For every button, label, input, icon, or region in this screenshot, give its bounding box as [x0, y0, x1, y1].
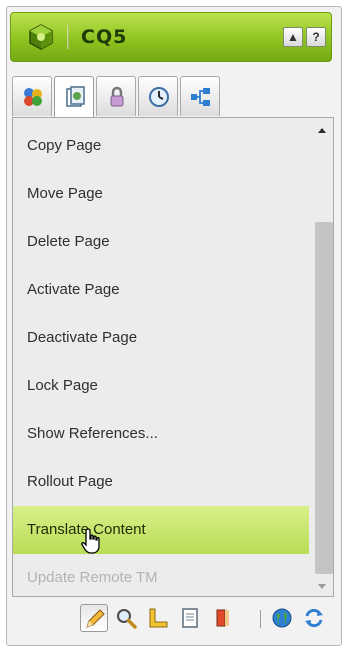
collapse-button[interactable]: ▲ — [283, 27, 303, 47]
sidekick-tabs — [12, 76, 334, 118]
page-properties-button[interactable] — [176, 604, 204, 632]
tab-versioning[interactable] — [96, 76, 136, 116]
reload-button[interactable] — [300, 604, 328, 632]
preview-mode-button[interactable] — [112, 604, 140, 632]
scroll-down-arrow-icon[interactable] — [318, 584, 326, 589]
design-mode-button[interactable] — [144, 604, 172, 632]
menu-item-deactivate-page[interactable]: Deactivate Page — [13, 314, 309, 362]
app-title: CQ5 — [81, 26, 128, 48]
page-actions-menu: Copy Page Move Page Delete Page Activate… — [13, 118, 309, 596]
menu-item-lock-page[interactable]: Lock Page — [13, 362, 309, 410]
ruler-icon — [149, 608, 168, 628]
magnifier-icon — [117, 609, 137, 629]
refresh-icon — [305, 608, 323, 628]
menu-item-update-remote-tm: Update Remote TM — [27, 569, 158, 586]
paint-bucket-icon — [216, 609, 229, 627]
document-icon — [182, 608, 198, 628]
menu-item-activate-page[interactable]: Activate Page — [13, 266, 309, 314]
cq5-logo-icon — [29, 24, 53, 50]
tab-components[interactable] — [12, 76, 52, 116]
menu-item-move-page[interactable]: Move Page — [13, 170, 309, 218]
title-separator — [67, 25, 69, 49]
sidekick-titlebar[interactable]: CQ5 ▲ ? — [10, 12, 332, 62]
components-icon — [24, 88, 42, 106]
help-button[interactable]: ? — [306, 27, 326, 47]
scroll-up-arrow-icon[interactable] — [318, 128, 326, 133]
clientcontext-button[interactable] — [208, 604, 236, 632]
tab-page[interactable] — [54, 76, 94, 118]
pencil-icon — [86, 609, 105, 628]
edit-mode-button[interactable] — [80, 604, 108, 632]
menu-item-copy-page[interactable]: Copy Page — [13, 122, 309, 170]
menu-item-rollout-page[interactable]: Rollout Page — [13, 458, 309, 506]
toolbar-separator — [260, 610, 261, 628]
menu-scrollbar[interactable] — [310, 118, 333, 596]
menu-item-delete-page[interactable]: Delete Page — [13, 218, 309, 266]
sidekick-bottom-toolbar — [12, 598, 334, 640]
globe-icon — [272, 608, 292, 628]
page-actions-panel: Copy Page Move Page Delete Page Activate… — [12, 117, 334, 597]
menu-item-translate-content[interactable]: Translate Content — [13, 506, 309, 554]
tab-workflow[interactable] — [180, 76, 220, 116]
page-icon — [66, 86, 85, 107]
hand-cursor-icon — [81, 528, 100, 554]
workflow-icon — [191, 88, 210, 106]
menu-item-show-references[interactable]: Show References... — [13, 410, 309, 458]
tab-workflow-time[interactable] — [138, 76, 178, 116]
lock-icon — [110, 86, 124, 107]
scrollbar-thumb[interactable] — [315, 222, 333, 574]
clock-icon — [149, 87, 169, 107]
site-admin-button[interactable] — [268, 604, 296, 632]
